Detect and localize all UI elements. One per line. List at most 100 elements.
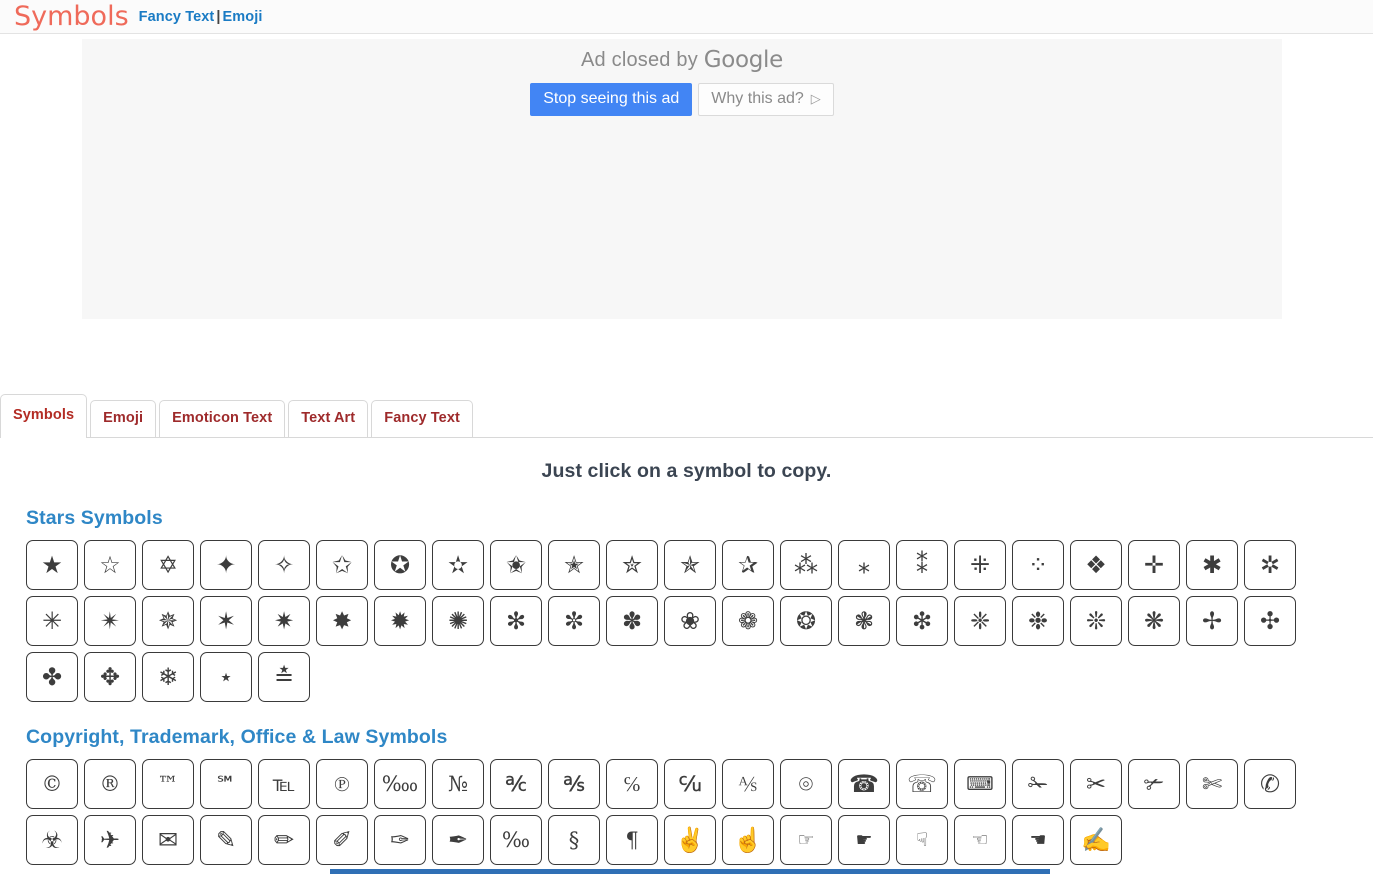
symbol-cell[interactable]: ❉	[1012, 596, 1064, 646]
why-this-ad-button[interactable]: Why this ad? ▷	[698, 83, 833, 116]
symbol-cell[interactable]: ™	[142, 759, 194, 809]
symbol-cell[interactable]: ✷	[258, 596, 310, 646]
symbol-cell[interactable]: ❈	[954, 596, 1006, 646]
symbol-cell[interactable]: ✡	[142, 540, 194, 590]
symbol-cell[interactable]: ℡	[258, 759, 310, 809]
symbol-cell[interactable]: ✧	[258, 540, 310, 590]
symbol-cell[interactable]: ⌨	[954, 759, 1006, 809]
symbol-cell[interactable]: ☝️	[722, 815, 774, 865]
symbol-cell[interactable]: ✱	[1186, 540, 1238, 590]
header-link-emoji[interactable]: Emoji	[223, 9, 263, 25]
symbol-cell[interactable]: ℗	[316, 759, 368, 809]
symbol-cell[interactable]: ☆	[84, 540, 136, 590]
symbol-cell[interactable]: ✦	[200, 540, 252, 590]
section-copyright-symbols: Copyright, Trademark, Office & Law Symbo…	[0, 726, 1373, 865]
symbol-cell[interactable]: ☞	[780, 815, 832, 865]
symbol-cell[interactable]: ✼	[548, 596, 600, 646]
symbol-cell[interactable]: ❃	[838, 596, 890, 646]
symbol-cell[interactable]: ‱	[374, 759, 426, 809]
symbol-cell[interactable]: ✉	[142, 815, 194, 865]
symbol-cell[interactable]: ✄	[1186, 759, 1238, 809]
symbol-cell[interactable]: ℀	[490, 759, 542, 809]
symbol-cell[interactable]: ⁜	[954, 540, 1006, 590]
symbol-cell[interactable]: ❋	[1128, 596, 1180, 646]
symbol-cell[interactable]: ¶	[606, 815, 658, 865]
symbol-cell[interactable]: ≛	[258, 652, 310, 702]
symbol-cell[interactable]: §	[548, 815, 600, 865]
symbol-cell[interactable]: ✆	[1244, 759, 1296, 809]
tab-emoticon-text[interactable]: Emoticon Text	[159, 400, 285, 437]
symbol-cell[interactable]: ✺	[432, 596, 484, 646]
symbol-cell[interactable]: ✻	[490, 596, 542, 646]
symbol-cell[interactable]: ✑	[374, 815, 426, 865]
symbol-cell[interactable]: ✂	[1070, 759, 1122, 809]
symbol-cell[interactable]: ✥	[84, 652, 136, 702]
symbol-cell[interactable]: ✐	[316, 815, 368, 865]
symbol-cell[interactable]: ⅍	[722, 759, 774, 809]
symbol-cell[interactable]: ⁘	[1012, 540, 1064, 590]
symbol-cell[interactable]: ⁎	[838, 540, 890, 590]
symbol-cell[interactable]: ✒	[432, 815, 484, 865]
symbol-cell[interactable]: ✛	[1128, 540, 1180, 590]
symbol-cell[interactable]: ✰	[722, 540, 774, 590]
symbol-cell[interactable]: ❊	[1070, 596, 1122, 646]
symbol-cell[interactable]: ⁂	[780, 540, 832, 590]
symbol-cell[interactable]: ❄	[142, 652, 194, 702]
symbol-cell[interactable]: ☜	[954, 815, 1006, 865]
symbol-cell[interactable]: ✲	[1244, 540, 1296, 590]
symbol-cell[interactable]: ✈	[84, 815, 136, 865]
symbol-cell[interactable]: ✶	[200, 596, 252, 646]
header-link-fancy-text[interactable]: Fancy Text	[139, 9, 215, 25]
symbol-cell[interactable]: ✩	[316, 540, 368, 590]
symbol-cell[interactable]: ☛	[838, 815, 890, 865]
symbol-cell[interactable]: ⌾	[780, 759, 832, 809]
symbol-cell[interactable]: ✁	[1012, 759, 1064, 809]
symbol-cell[interactable]: ✬	[490, 540, 542, 590]
symbol-cell[interactable]: ✸	[316, 596, 368, 646]
symbol-cell[interactable]: ✏	[258, 815, 310, 865]
symbol-cell[interactable]: ✣	[1244, 596, 1296, 646]
symbol-cell[interactable]: ★	[26, 540, 78, 590]
stop-seeing-ad-button[interactable]: Stop seeing this ad	[530, 83, 692, 116]
symbol-cell[interactable]: ✵	[142, 596, 194, 646]
tab-fancy-text[interactable]: Fancy Text	[371, 400, 473, 437]
symbol-cell[interactable]: ✌️	[664, 815, 716, 865]
symbol-cell[interactable]: ✳	[26, 596, 78, 646]
symbol-cell[interactable]: ✽	[606, 596, 658, 646]
symbol-cell[interactable]: ☏	[896, 759, 948, 809]
symbol-cell[interactable]: ✪	[374, 540, 426, 590]
tab-text-art[interactable]: Text Art	[288, 400, 368, 437]
symbol-cell[interactable]: ❂	[780, 596, 832, 646]
symbol-cell[interactable]: ℆	[664, 759, 716, 809]
tab-symbols[interactable]: Symbols	[0, 394, 87, 437]
symbol-cell[interactable]: ‰	[490, 815, 542, 865]
symbol-cell[interactable]: ✃	[1128, 759, 1180, 809]
symbol-cell[interactable]: ☟	[896, 815, 948, 865]
symbol-cell[interactable]: ✮	[606, 540, 658, 590]
symbol-cell[interactable]: ✭	[548, 540, 600, 590]
symbol-cell[interactable]: ℁	[548, 759, 600, 809]
tab-emoji[interactable]: Emoji	[90, 400, 156, 437]
symbol-cell[interactable]: ✍️	[1070, 815, 1122, 865]
symbol-cell[interactable]: ✫	[432, 540, 484, 590]
symbol-cell[interactable]: ☣	[26, 815, 78, 865]
symbol-cell[interactable]: ℠	[200, 759, 252, 809]
symbol-cell[interactable]: ©	[26, 759, 78, 809]
symbol-cell[interactable]: ✤	[26, 652, 78, 702]
symbol-cell[interactable]: ®	[84, 759, 136, 809]
symbol-cell[interactable]: ℅	[606, 759, 658, 809]
symbol-cell[interactable]: ❀	[664, 596, 716, 646]
symbol-cell[interactable]: ❁	[722, 596, 774, 646]
symbol-cell[interactable]: ☚	[1012, 815, 1064, 865]
symbol-cell[interactable]: ❖	[1070, 540, 1122, 590]
symbol-cell[interactable]: №	[432, 759, 484, 809]
symbol-cell[interactable]: ✎	[200, 815, 252, 865]
symbol-cell[interactable]: ⋆	[200, 652, 252, 702]
symbol-cell[interactable]: ⁑	[896, 540, 948, 590]
symbol-cell[interactable]: ☎	[838, 759, 890, 809]
symbol-cell[interactable]: ✴	[84, 596, 136, 646]
symbol-cell[interactable]: ❇	[896, 596, 948, 646]
symbol-cell[interactable]: ✹	[374, 596, 426, 646]
symbol-cell[interactable]: ✯	[664, 540, 716, 590]
symbol-cell[interactable]: ✢	[1186, 596, 1238, 646]
